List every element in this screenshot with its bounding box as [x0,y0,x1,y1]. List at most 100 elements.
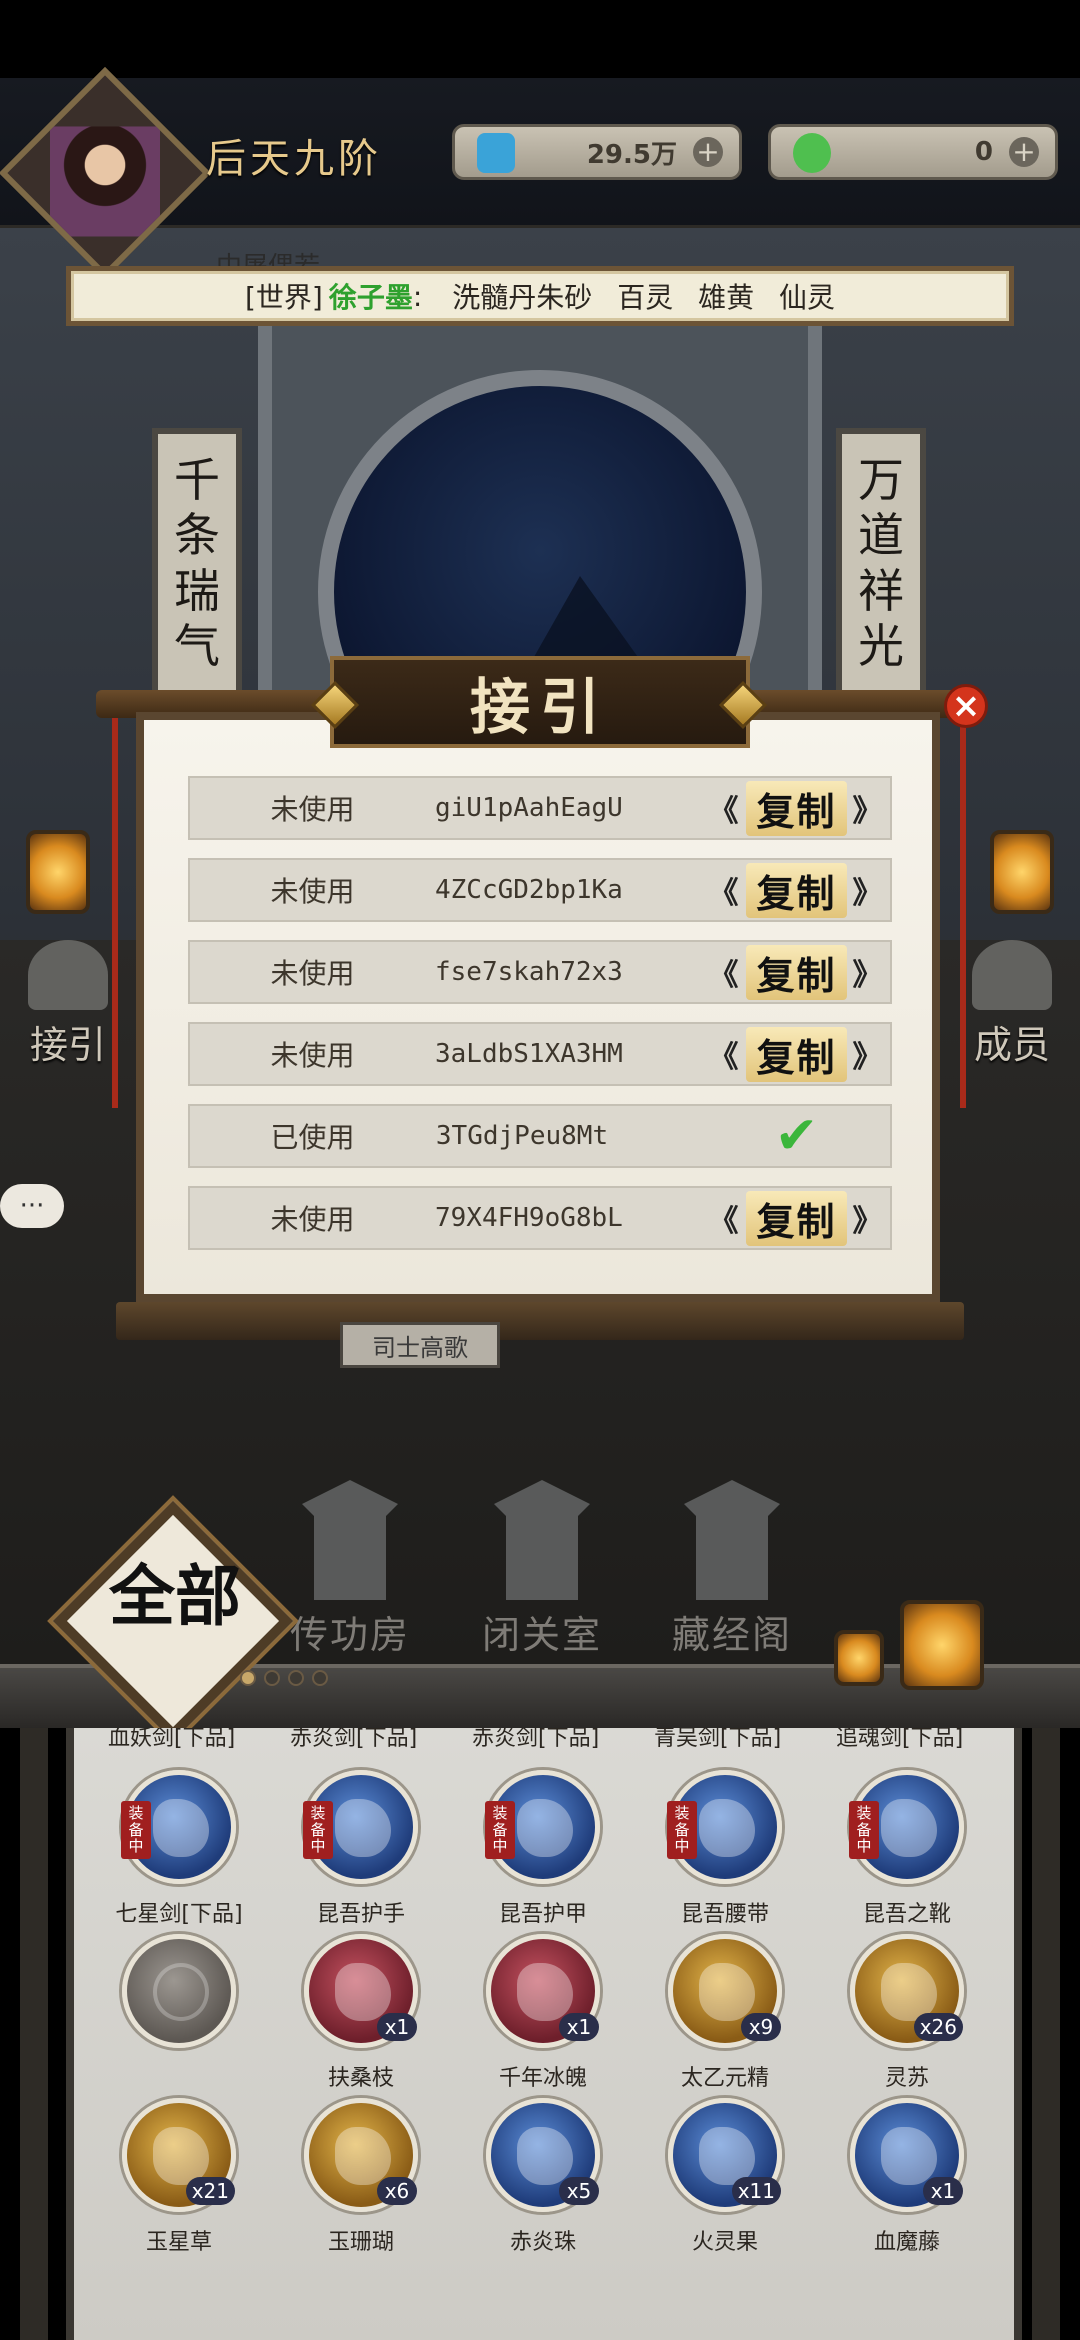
item-artwork [335,1799,391,1857]
page-dot[interactable] [264,1670,280,1686]
jade-icon [793,133,831,173]
members-icon [972,940,1052,1010]
inventory-item[interactable]: 装备中 昆吾之靴 [832,1770,982,1928]
building-icon [684,1480,780,1600]
code-status: 已使用 [270,1121,355,1154]
code-action: ✔ [609,1106,890,1166]
modal-title-plate: 接引 [330,656,750,748]
chevron-right-icon: 》 [852,876,885,911]
tab-scripture-pavilion[interactable]: 藏经阁 [662,1480,802,1659]
lantern-icon [834,1630,884,1686]
spirit-stone-counter: 29.5万 + [452,124,742,180]
chevron-left-icon: 《 [708,958,741,993]
inventory-item[interactable]: x6 玉珊瑚 [286,2098,436,2256]
code-status: 未使用 [270,793,355,826]
item-count-badge: x11 [731,2177,781,2205]
lantern-icon [900,1600,984,1690]
status-bar [0,0,1080,78]
page-dot[interactable] [312,1670,328,1686]
item-artwork [517,2127,573,2185]
item-name: 扶桑枝 [327,2066,394,2091]
tab-training-hall[interactable]: 传功房 [280,1480,420,1659]
close-button[interactable]: × [944,684,988,728]
item-icon: x26 [850,1934,964,2048]
invite-code: 3TGdjPeu8Mt [435,1121,609,1151]
inventory-grid: 血妖剑[下品] 赤炎剑[下品] 赤炎剑[下品] 青吴剑[下品] 追魂剑[下品] 装备中 七星… [66,1728,1022,2340]
item-name: 昆吾护甲 [498,1902,587,1927]
item-name: 七星剑[下品] [115,1902,243,1927]
item-name: 千年冰魄 [498,2066,587,2091]
item-name: 昆吾护手 [316,1902,405,1927]
chat-message: 洗髓丹朱砂 百灵 雄黄 仙灵 [452,281,835,314]
item-name: 赤炎剑[下品] [290,1728,418,1751]
inventory-item[interactable]: x21 玉星草 [104,2098,254,2256]
copy-button[interactable]: 《复制》 [708,780,884,836]
copy-label: 复制 [746,1190,847,1246]
page-indicator [240,1670,328,1686]
item-artwork [517,1963,573,2021]
item-artwork [153,1799,209,1857]
copy-label: 复制 [746,780,847,836]
item-icon: x5 [486,2098,600,2212]
copy-label: 复制 [746,1026,847,1082]
item-name: 玉星草 [145,2230,212,2255]
world-chat-banner[interactable]: [世界] 徐子墨 : 洗髓丹朱砂 百灵 雄黄 仙灵 [66,266,1014,326]
inventory-item[interactable]: x1 扶桑枝 [286,1934,436,2092]
copy-button[interactable]: 《复制》 [708,944,884,1000]
item-name: 灵苏 [884,2066,929,2091]
page-dot[interactable] [240,1670,256,1686]
copy-label: 复制 [746,862,847,918]
inventory-item[interactable]: 装备中 昆吾护手 [286,1770,436,1928]
equipped-badge: 装备中 [667,1801,697,1859]
copy-button[interactable]: 《复制》 [708,1190,884,1246]
add-spirit-stone-button[interactable]: + [693,137,723,167]
building-icon [302,1480,398,1600]
item-icon: x9 [668,1934,782,2048]
item-count-badge: x5 [559,2177,599,2205]
invite-code: 4ZCcGD2bp1Ka [435,875,623,905]
chevron-right-icon: 》 [852,1040,885,1075]
inventory-item[interactable]: x5 赤炎珠 [468,2098,618,2256]
item-artwork [517,1799,573,1857]
invite-code: fse7skah72x3 [435,957,623,987]
item-name: 血妖剑[下品] [108,1728,236,1751]
inventory-item[interactable]: 装备中七星剑[下品] [104,1770,254,1928]
couplet-left: 千 条 瑞 气 [152,428,242,698]
item-name: 赤炎剑[下品] [472,1728,600,1751]
item-name: 赤炎珠 [509,2230,576,2255]
lantern-icon [26,830,90,914]
inventory-item[interactable]: 装备中 昆吾护甲 [468,1770,618,1928]
checkmark-icon: ✔ [774,1106,819,1166]
inventory-item[interactable]: x1 血魔藤 [832,2098,982,2256]
page-dot[interactable] [288,1670,304,1686]
chat-sender: 徐子墨 [328,281,413,314]
right-rail [1032,1728,1060,2340]
item-count-badge: x21 [185,2177,235,2205]
item-count-badge: x1 [377,2013,417,2041]
code-status: 未使用 [270,957,355,990]
item-count-badge: x6 [377,2177,417,2205]
copy-button[interactable]: 《复制》 [708,1026,885,1082]
rank-title: 后天九阶 [206,136,382,182]
copy-button[interactable]: 《复制》 [708,862,885,918]
add-jade-button[interactable]: + [1009,137,1039,167]
tab-seclusion-room[interactable]: 闭关室 [472,1480,612,1659]
members-nav-button[interactable]: 成员 [962,940,1062,1069]
chat-bubble-button[interactable]: ··· [0,1184,64,1228]
inventory-item[interactable]: x9 太乙元精 [650,1934,800,2092]
inventory-item[interactable]: x26 灵苏 [832,1934,982,2092]
item-icon: x21 [122,2098,236,2212]
code-status: 未使用 [270,1039,355,1072]
code-action: 《复制》 [609,944,890,1000]
invite-code-row: 未使用 4ZCcGD2bp1Ka 《复制》 [188,858,892,922]
chat-channel-tag: [世界] [244,281,323,314]
code-action: 《复制》 [609,1026,890,1082]
item-icon: 装备中 [121,1770,236,1884]
avatar-portrait [49,126,160,237]
inventory-item[interactable] [104,1934,254,2060]
item-count-badge: x1 [559,2013,599,2041]
recruit-nav-button[interactable]: 接引 [18,940,118,1069]
inventory-item[interactable]: 装备中 昆吾腰带 [650,1770,800,1928]
inventory-item[interactable]: x1 千年冰魄 [468,1934,618,2092]
inventory-item[interactable]: x11 火灵果 [650,2098,800,2256]
